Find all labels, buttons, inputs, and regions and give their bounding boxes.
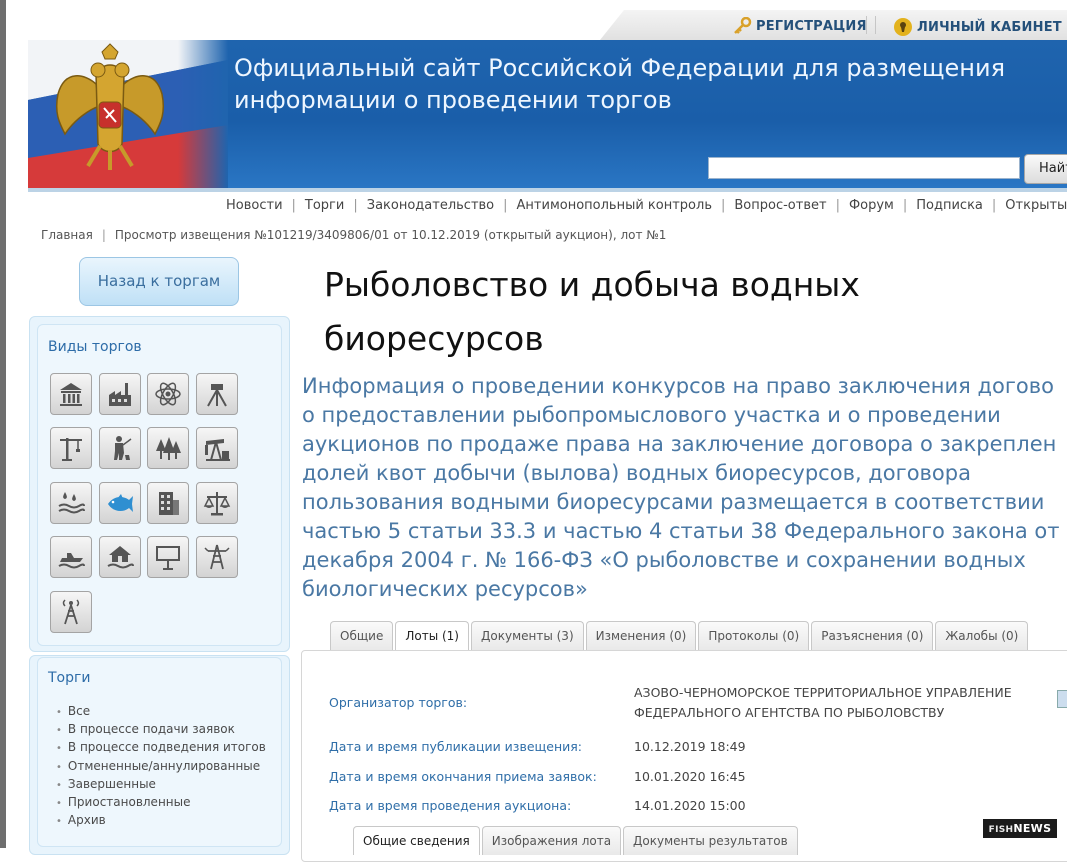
list-item[interactable]: Приостановленные <box>56 793 266 811</box>
russian-flag-emblem <box>28 40 228 188</box>
nav-faq[interactable]: Вопрос-ответ <box>734 198 826 213</box>
page-title: Рыболовство и добыча водных биоресурсов <box>324 258 964 366</box>
nav-trades[interactable]: Торги <box>305 198 344 213</box>
registration-link[interactable]: РЕГИСТРАЦИЯ <box>732 17 867 35</box>
intro-line: биологических ресурсов» <box>302 577 588 601</box>
search-input[interactable] <box>708 157 1020 179</box>
house-flood-icon[interactable] <box>99 536 141 578</box>
list-item[interactable]: Завершенные <box>56 775 266 793</box>
key-icon <box>734 17 752 34</box>
site-title-line2: информации о проведении торгов <box>234 86 672 114</box>
document-icon[interactable] <box>1057 690 1067 708</box>
page-title-line2: биоресурсов <box>324 319 544 358</box>
notice-tabs: Общие Лоты (1) Документы (3) Изменения (… <box>330 621 1030 650</box>
trades-title: Торги <box>48 670 91 686</box>
page-title-line1: Рыболовство и добыча водных <box>324 265 860 304</box>
window-edge <box>0 0 6 848</box>
tab-protocols[interactable]: Протоколы (0) <box>698 621 810 650</box>
breadcrumb: Главная | Просмотр извещения №101219/34098… <box>41 228 667 242</box>
nav-forum[interactable]: Форум <box>849 198 894 213</box>
tab-lots[interactable]: Лоты (1) <box>395 621 469 650</box>
intro-line: частью 5 статьи 33.3 и частью 4 статьи 3… <box>302 519 1060 543</box>
fish-icon[interactable] <box>99 482 141 524</box>
intro-line: аукционов по продаже права на заключение… <box>302 432 1057 456</box>
intro-line: долей квот добычи (вылова) водных биорес… <box>302 461 971 485</box>
subtab-general-info[interactable]: Общие сведения <box>353 826 480 855</box>
top-separator <box>866 16 876 34</box>
oil-pump-icon[interactable] <box>196 427 238 469</box>
list-item[interactable]: Все <box>56 702 266 720</box>
deadline-label: Дата и время окончания приема заявок: <box>329 769 597 784</box>
tab-documents[interactable]: Документы (3) <box>471 621 584 650</box>
list-item[interactable]: В процессе подачи заявок <box>56 720 266 738</box>
cabinet-label: ЛИЧНЫЙ КАБИНЕТ <box>917 19 1062 35</box>
subtab-lot-images[interactable]: Изображения лота <box>481 826 622 855</box>
registration-label: РЕГИСТРАЦИЯ <box>756 18 867 34</box>
breadcrumb-current: Просмотр извещения №101219/3409806/01 от… <box>114 228 667 242</box>
organizer-label: Организатор торгов: <box>329 695 468 710</box>
fishnews-watermark: FISHNEWS <box>983 819 1057 838</box>
office-building-icon[interactable] <box>147 482 189 524</box>
back-to-trades-button[interactable]: Назад к торгам <box>79 257 239 306</box>
tab-clarifications[interactable]: Разъяснения (0) <box>811 621 934 650</box>
banner-underline <box>28 188 1067 192</box>
auction-label: Дата и время проведения аукциона: <box>329 798 572 813</box>
nav-open-data[interactable]: Открытые данн <box>1005 198 1067 213</box>
billboard-icon[interactable] <box>147 536 189 578</box>
organizer-value-line2: ФЕДЕРАЛЬНОГО АГЕНТСТВА ПО РЫБОЛОВСТВУ <box>634 705 945 720</box>
list-item[interactable]: Отмененные/аннулированные <box>56 757 266 775</box>
intro-line: о предоставлении рыбопромыслового участк… <box>302 403 1001 427</box>
intro-text: Информация о проведении конкурсов на пра… <box>302 372 1067 604</box>
nav-legislation[interactable]: Законодательство <box>367 198 494 213</box>
nav-news[interactable]: Новости <box>226 198 283 213</box>
intro-line: Информация о проведении конкурсов на пра… <box>302 374 1054 398</box>
intro-line: пользования водными биоресурсами размеща… <box>302 490 1045 514</box>
subtab-result-documents[interactable]: Документы результатов <box>623 826 798 855</box>
surveyor-tripod-icon[interactable] <box>196 373 238 415</box>
factory-icon[interactable] <box>99 373 141 415</box>
crane-icon[interactable] <box>50 427 92 469</box>
forest-icon[interactable] <box>147 427 189 469</box>
auction-value: 14.01.2020 15:00 <box>634 798 746 813</box>
trade-types-title: Виды торгов <box>48 339 142 355</box>
power-line-icon[interactable] <box>196 536 238 578</box>
main-nav: Новости | Торги | Законодательство | Антимоноп… <box>226 198 1067 213</box>
deadline-value: 10.01.2020 16:45 <box>634 769 746 784</box>
atom-icon[interactable] <box>147 373 189 415</box>
keyhole-icon <box>894 18 912 36</box>
intro-line: декабря 2004 г. № 166-ФЗ «О рыболовстве … <box>302 548 1026 572</box>
tab-changes[interactable]: Изменения (0) <box>585 621 697 650</box>
scales-icon[interactable] <box>196 482 238 524</box>
site-header-banner: Официальный сайт Российской Федерации дл… <box>28 40 1067 188</box>
government-building-icon[interactable] <box>50 373 92 415</box>
tab-complaints[interactable]: Жалобы (0) <box>935 621 1029 650</box>
jet-ski-icon[interactable] <box>50 536 92 578</box>
list-item[interactable]: Архив <box>56 811 266 829</box>
water-drops-icon[interactable] <box>50 482 92 524</box>
organizer-value: АЗОВО-ЧЕРНОМОРСКОЕ ТЕРРИТОРИАЛЬНОЕ УПРАВ… <box>634 683 1012 723</box>
tab-general[interactable]: Общие <box>330 621 394 650</box>
breadcrumb-home[interactable]: Главная <box>41 228 93 242</box>
trades-status-list: Все В процессе подачи заявок В процессе … <box>56 702 266 829</box>
hunter-icon[interactable] <box>99 427 141 469</box>
nav-subscription[interactable]: Подписка <box>916 198 983 213</box>
list-item[interactable]: В процессе подведения итогов <box>56 738 266 756</box>
published-value: 10.12.2019 18:49 <box>634 739 746 754</box>
published-label: Дата и время публикации извещения: <box>329 739 583 754</box>
organizer-value-line1: АЗОВО-ЧЕРНОМОРСКОЕ ТЕРРИТОРИАЛЬНОЕ УПРАВ… <box>634 685 1012 700</box>
personal-cabinet-link[interactable]: ЛИЧНЫЙ КАБИНЕТ <box>893 17 1062 37</box>
search-button[interactable]: Найт <box>1024 154 1067 184</box>
site-title: Официальный сайт Российской Федерации дл… <box>234 52 1005 116</box>
lot-subtabs: Общие сведения Изображения лота Документ… <box>353 826 800 855</box>
nav-antimonopoly[interactable]: Антимонопольный контроль <box>517 198 712 213</box>
radio-tower-icon[interactable] <box>50 591 92 633</box>
site-title-line1: Официальный сайт Российской Федерации дл… <box>234 54 1006 82</box>
